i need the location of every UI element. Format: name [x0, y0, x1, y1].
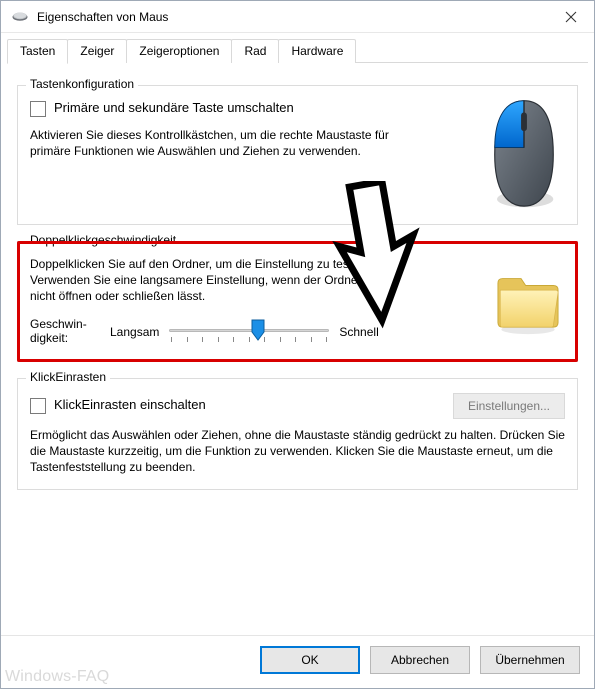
mouse-title-icon — [11, 11, 29, 23]
ok-button[interactable]: OK — [260, 646, 360, 674]
doubleclick-description: Doppelklicken Sie auf den Ordner, um die… — [30, 256, 410, 305]
group-doubleclick-legend: Doppelklickgeschwindigkeit — [26, 233, 180, 247]
tab-zeiger[interactable]: Zeiger — [67, 39, 127, 63]
tab-rad[interactable]: Rad — [231, 39, 279, 63]
speed-fast-label: Schnell — [339, 325, 378, 339]
mouse-properties-window: Eigenschaften von Maus Tasten Zeiger Zei… — [0, 0, 595, 689]
tab-zeigeroptionen[interactable]: Zeigeroptionen — [126, 39, 232, 63]
tab-tasten[interactable]: Tasten — [7, 39, 68, 64]
clicklock-description: Ermöglicht das Auswählen oder Ziehen, oh… — [30, 427, 565, 476]
clicklock-label: KlickEinrasten einschalten — [54, 397, 206, 412]
tab-strip: Tasten Zeiger Zeigeroptionen Rad Hardwar… — [1, 33, 594, 63]
group-doubleclick: Doppelklickgeschwindigkeit Doppelklicken… — [17, 241, 578, 362]
close-button[interactable] — [548, 1, 594, 33]
speed-slow-label: Langsam — [110, 325, 159, 339]
swap-buttons-checkbox[interactable] — [30, 101, 46, 117]
doubleclick-highlight: Doppelklickgeschwindigkeit Doppelklicken… — [17, 241, 578, 362]
doubleclick-speed-slider[interactable] — [169, 317, 329, 347]
group-clicklock-legend: KlickEinrasten — [26, 370, 110, 384]
dialog-footer: OK Abbrechen Übernehmen — [1, 635, 594, 688]
group-button-config-legend: Tastenkonfiguration — [26, 77, 138, 91]
titlebar: Eigenschaften von Maus — [1, 1, 594, 33]
clicklock-settings-button: Einstellungen... — [453, 393, 565, 419]
swap-buttons-description: Aktivieren Sie dieses Kontrollkästchen, … — [30, 127, 390, 159]
folder-test-icon[interactable] — [491, 262, 565, 342]
apply-button[interactable]: Übernehmen — [480, 646, 580, 674]
speed-label: Geschwin­digkeit: — [30, 318, 100, 344]
swap-buttons-label: Primäre und sekundäre Taste umschalten — [54, 100, 294, 115]
mouse-illustration-icon — [483, 100, 565, 210]
slider-thumb[interactable] — [251, 319, 265, 341]
tab-content: Tastenkonfiguration Primäre und sekundär… — [1, 63, 594, 635]
window-title: Eigenschaften von Maus — [37, 10, 168, 24]
group-button-config: Tastenkonfiguration Primäre und sekundär… — [17, 85, 578, 225]
clicklock-checkbox[interactable] — [30, 398, 46, 414]
group-clicklock: KlickEinrasten KlickEinrasten einschalte… — [17, 378, 578, 491]
cancel-button[interactable]: Abbrechen — [370, 646, 470, 674]
tab-hardware[interactable]: Hardware — [278, 39, 356, 63]
